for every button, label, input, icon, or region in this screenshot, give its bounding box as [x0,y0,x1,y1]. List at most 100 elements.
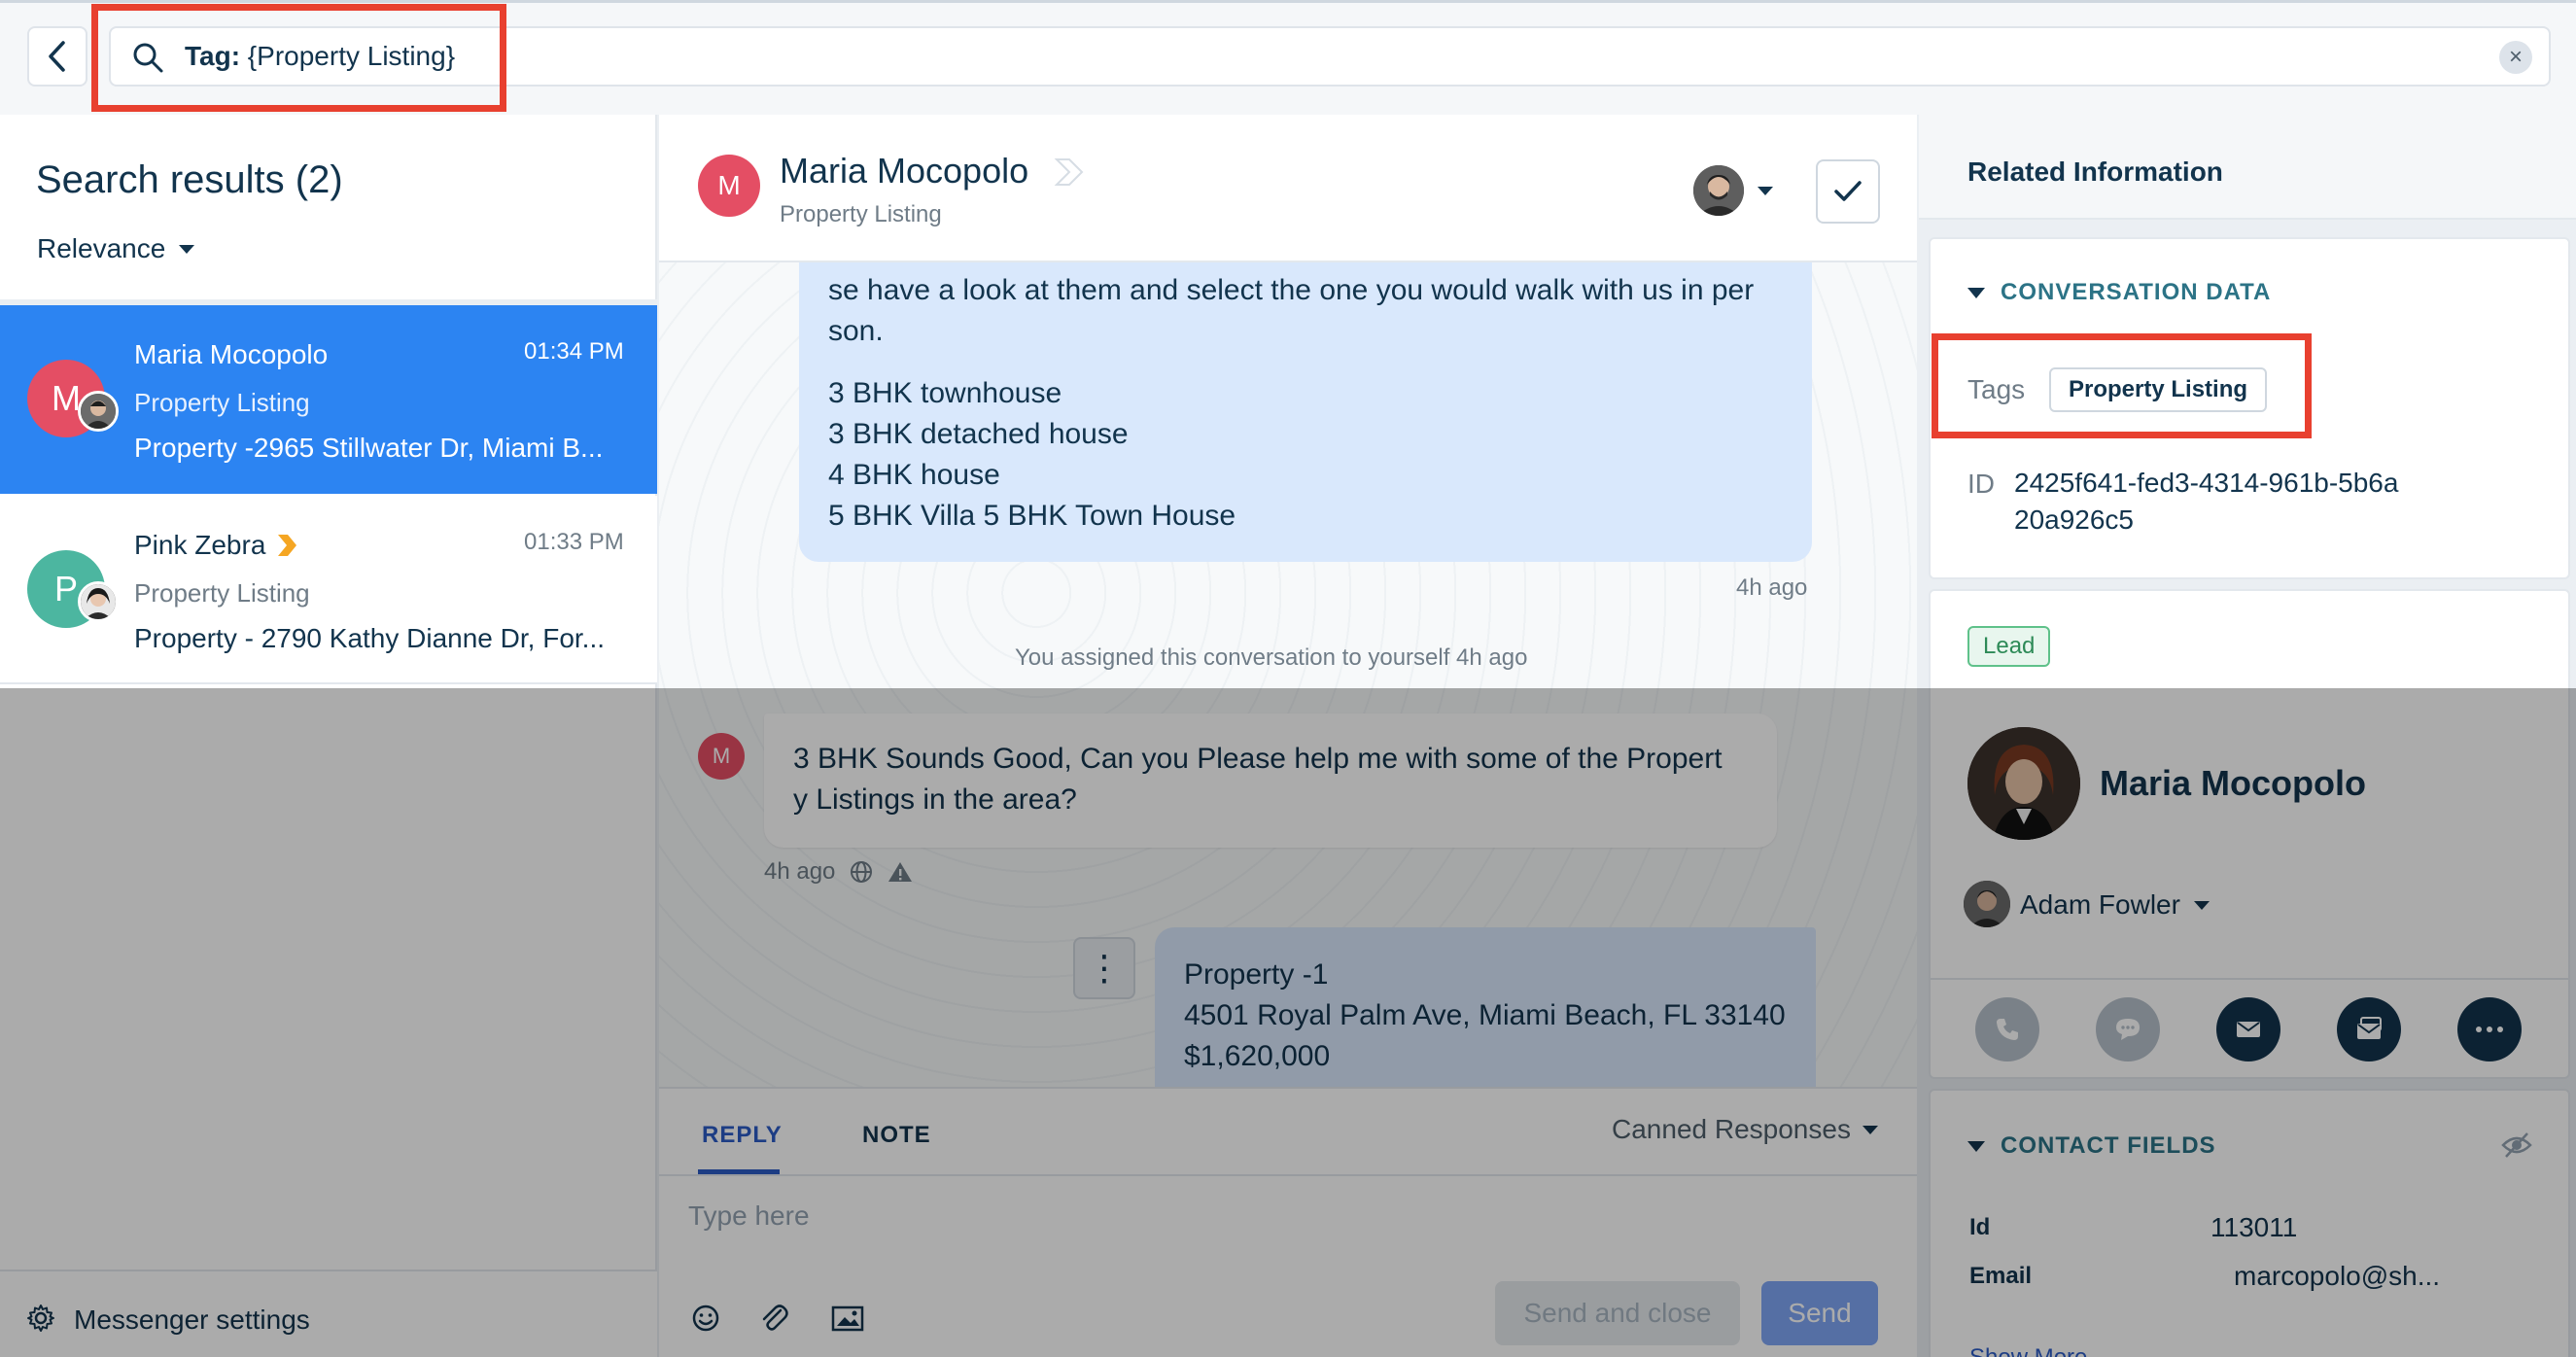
agent-avatar [78,391,119,432]
messenger-settings-label[interactable]: Messenger settings [74,1304,310,1337]
contact-avatar [1967,727,2080,840]
message-line: se have a look at them and select the on… [828,274,1755,306]
field-value-email: marcopolo@sh... [2234,1261,2441,1291]
priority-chevron-icon [278,535,297,556]
phone-icon [1997,1019,2018,1040]
contact-face-icon [1967,727,2080,840]
owner-dropdown[interactable]: Adam Fowler [2020,888,2210,922]
send-and-close-button[interactable]: Send and close [1495,1281,1740,1345]
outgoing-message-text: Property -1 4501 Royal Palm Ave, Miami B… [1184,955,1786,1077]
message-line: Property -1 [1184,958,1329,991]
bulk-email-button[interactable] [2337,997,2401,1061]
contact-fields-toggle[interactable]: CONTACT FIELDS [1967,1131,2216,1161]
caret-down-icon [2193,900,2210,910]
assigned-agent-avatar[interactable] [1693,165,1744,216]
call-button[interactable] [1975,997,2039,1061]
more-horizontal-icon [2476,1026,2503,1032]
incoming-message-text: 3 BHK Sounds Good, Can you Please help m… [793,739,1756,820]
gear-icon [27,1305,54,1332]
sort-dropdown[interactable]: Relevance [37,231,195,266]
warning-icon [888,862,913,882]
conversation-data-title: CONVERSATION DATA [2001,279,2272,305]
conversation-data-toggle[interactable]: CONVERSATION DATA [1967,278,2271,307]
id-label: ID [1967,469,1995,499]
conversation-snippet: Property -2965 Stillwater Dr, Miami B... [134,433,604,463]
conversation-tag: Property Listing [134,388,310,417]
resolve-button[interactable] [1816,159,1880,224]
search-highlight-box [91,4,506,112]
send-button[interactable]: Send [1761,1281,1878,1345]
caret-down-icon [1862,1125,1878,1134]
contact-name[interactable]: Maria Mocopolo [2100,762,2366,805]
owner-avatar [1964,881,2010,927]
show-more-link[interactable]: Show More [1969,1343,2087,1357]
checkmark-icon [1834,181,1862,201]
reply-divider [659,1174,1917,1176]
field-label-id: Id [1969,1214,1991,1240]
message-line: 3 BHK Sounds Good, Can you Please help m… [793,743,1723,775]
tab-reply[interactable]: REPLY [702,1121,783,1150]
lead-badge: Lead [1967,626,2051,667]
conversation-tag: Property Listing [134,578,310,608]
conversation-name: Pink Zebra [134,530,266,560]
conversation-snippet: Property - 2790 Kathy Dianne Dr, For... [134,623,606,653]
conversation-time: 01:33 PM [524,529,624,555]
triangle-down-icon [1967,287,1985,298]
message-line: y Listings in the area? [793,783,1077,816]
card-divider [1929,978,2570,980]
caret-down-icon[interactable] [1758,187,1773,195]
more-actions-button[interactable] [2457,997,2522,1061]
system-message: You assigned this conversation to yourse… [1015,644,1528,671]
tab-note[interactable]: NOTE [862,1121,931,1150]
chat-button[interactable] [2096,997,2160,1061]
back-button[interactable] [27,26,87,87]
caret-down-icon [179,244,195,254]
message-line: $1,620,000 [1184,1040,1331,1072]
related-info-title: Related Information [1967,157,2223,187]
field-label-email: Email [1969,1263,2033,1289]
emoji-icon[interactable] [686,1299,725,1338]
canned-responses-label: Canned Responses [1612,1114,1851,1144]
close-icon: × [2508,44,2523,70]
message-time: 4h ago [764,858,836,885]
message-line: 4 BHK house [828,459,1000,491]
priority-outline-icon[interactable] [1054,157,1085,187]
message-options-button[interactable]: ⋮ [1073,937,1135,999]
field-value-id: 113011 [2210,1212,2298,1242]
stacked-mail-icon [2357,1017,2382,1039]
agent-face-icon [81,584,116,619]
message-line: son. [828,315,884,347]
contact-fields-title: CONTACT FIELDS [2001,1132,2216,1159]
email-button[interactable] [2216,997,2280,1061]
globe-icon [851,861,873,883]
owner-name: Adam Fowler [2020,889,2180,920]
agent-face-icon [81,394,116,429]
message-line: 3 BHK townhouse [828,377,1062,409]
chat-bubble-icon [2116,1019,2140,1040]
avatar: M [698,155,760,217]
canned-responses-dropdown[interactable]: Canned Responses [1612,1113,1878,1146]
eye-slash-icon[interactable] [2500,1130,2533,1161]
incoming-meta: 4h ago [764,857,913,887]
conversation-title: Maria Mocopolo [780,151,1029,191]
message-line: 3 BHK detached house [828,418,1129,450]
agent-face-icon [1693,165,1744,216]
conversation-name: Maria Mocopolo [134,339,329,369]
results-title: Search results (2) [36,158,343,201]
agent-avatar [78,581,119,622]
message-time: 4h ago [1736,574,1808,601]
attachment-icon[interactable] [754,1299,793,1338]
image-icon[interactable] [828,1299,867,1338]
triangle-down-icon [1967,1140,1985,1152]
conversation-name-row: Pink Zebra [134,529,298,562]
owner-face-icon [1964,881,2010,927]
clear-search-button[interactable]: × [2499,41,2532,74]
conversation-time: 01:34 PM [524,338,624,365]
conversation-id-value: 2425f641-fed3-4314-961b-5b6a20a926c5 [2014,468,2399,535]
message-line: 5 BHK Villa 5 BHK Town House [828,500,1236,532]
tags-highlight-box [1932,333,2312,438]
message-line: 4501 Royal Palm Ave, Miami Beach, FL 331… [1184,999,1786,1031]
chevron-left-icon [49,41,65,72]
sort-label: Relevance [37,233,166,263]
reply-input[interactable]: Type here [688,1200,810,1233]
